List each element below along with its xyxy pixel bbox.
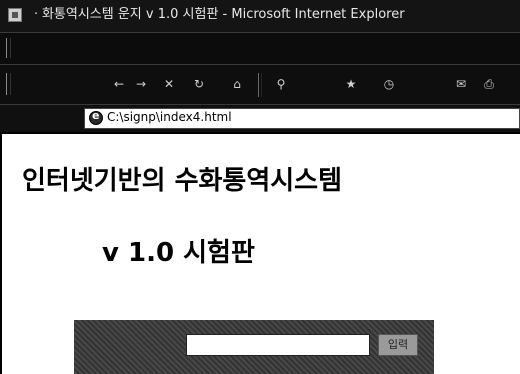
browser-window: ㆍ화통역시스템 운지 v 1.0 시험판 - Microsoft Interne… — [0, 0, 520, 374]
toolbar-separator — [258, 73, 262, 97]
submit-button[interactable]: 입력 — [378, 334, 418, 356]
page-content: 인터넷기반의 수화통역시스템 v 1.0 시험판 입력 — [0, 132, 520, 374]
toolbar-grip[interactable] — [6, 73, 11, 95]
home-icon[interactable]: ⌂ — [228, 75, 246, 93]
version-label: v 1.0 시험판 — [102, 238, 255, 268]
input-panel: 입력 — [74, 320, 434, 374]
stop-icon[interactable]: ✕ — [160, 75, 178, 93]
forward-arrow-icon[interactable]: → — [132, 75, 150, 93]
back-arrow-icon[interactable]: ← — [110, 75, 128, 93]
menu-bar-grip[interactable] — [6, 38, 11, 58]
toolbar: ← → ✕ ↻ ⌂ ⚲ ★ ◷ ✉ ⎙ — [0, 64, 520, 104]
address-bar: C:\signp\index4.html — [0, 104, 520, 132]
mail-icon[interactable]: ✉ — [452, 75, 470, 93]
page-title: 인터넷기반의 수화통역시스템 — [22, 166, 343, 196]
window-title: ㆍ화통역시스템 운지 v 1.0 시험판 - Microsoft Interne… — [30, 7, 405, 22]
ie-window-icon[interactable] — [8, 8, 22, 22]
address-field[interactable]: C:\signp\index4.html — [84, 108, 520, 129]
menu-bar — [0, 32, 520, 64]
search-icon[interactable]: ⚲ — [272, 75, 290, 93]
favorites-icon[interactable]: ★ — [342, 75, 360, 93]
address-url[interactable]: C:\signp\index4.html — [107, 110, 232, 124]
refresh-icon[interactable]: ↻ — [190, 75, 208, 93]
ie-page-icon — [89, 109, 103, 125]
history-icon[interactable]: ◷ — [380, 75, 398, 93]
print-icon[interactable]: ⎙ — [480, 75, 498, 93]
text-input[interactable] — [186, 334, 370, 356]
title-bar[interactable]: ㆍ화통역시스템 운지 v 1.0 시험판 - Microsoft Interne… — [0, 0, 520, 32]
